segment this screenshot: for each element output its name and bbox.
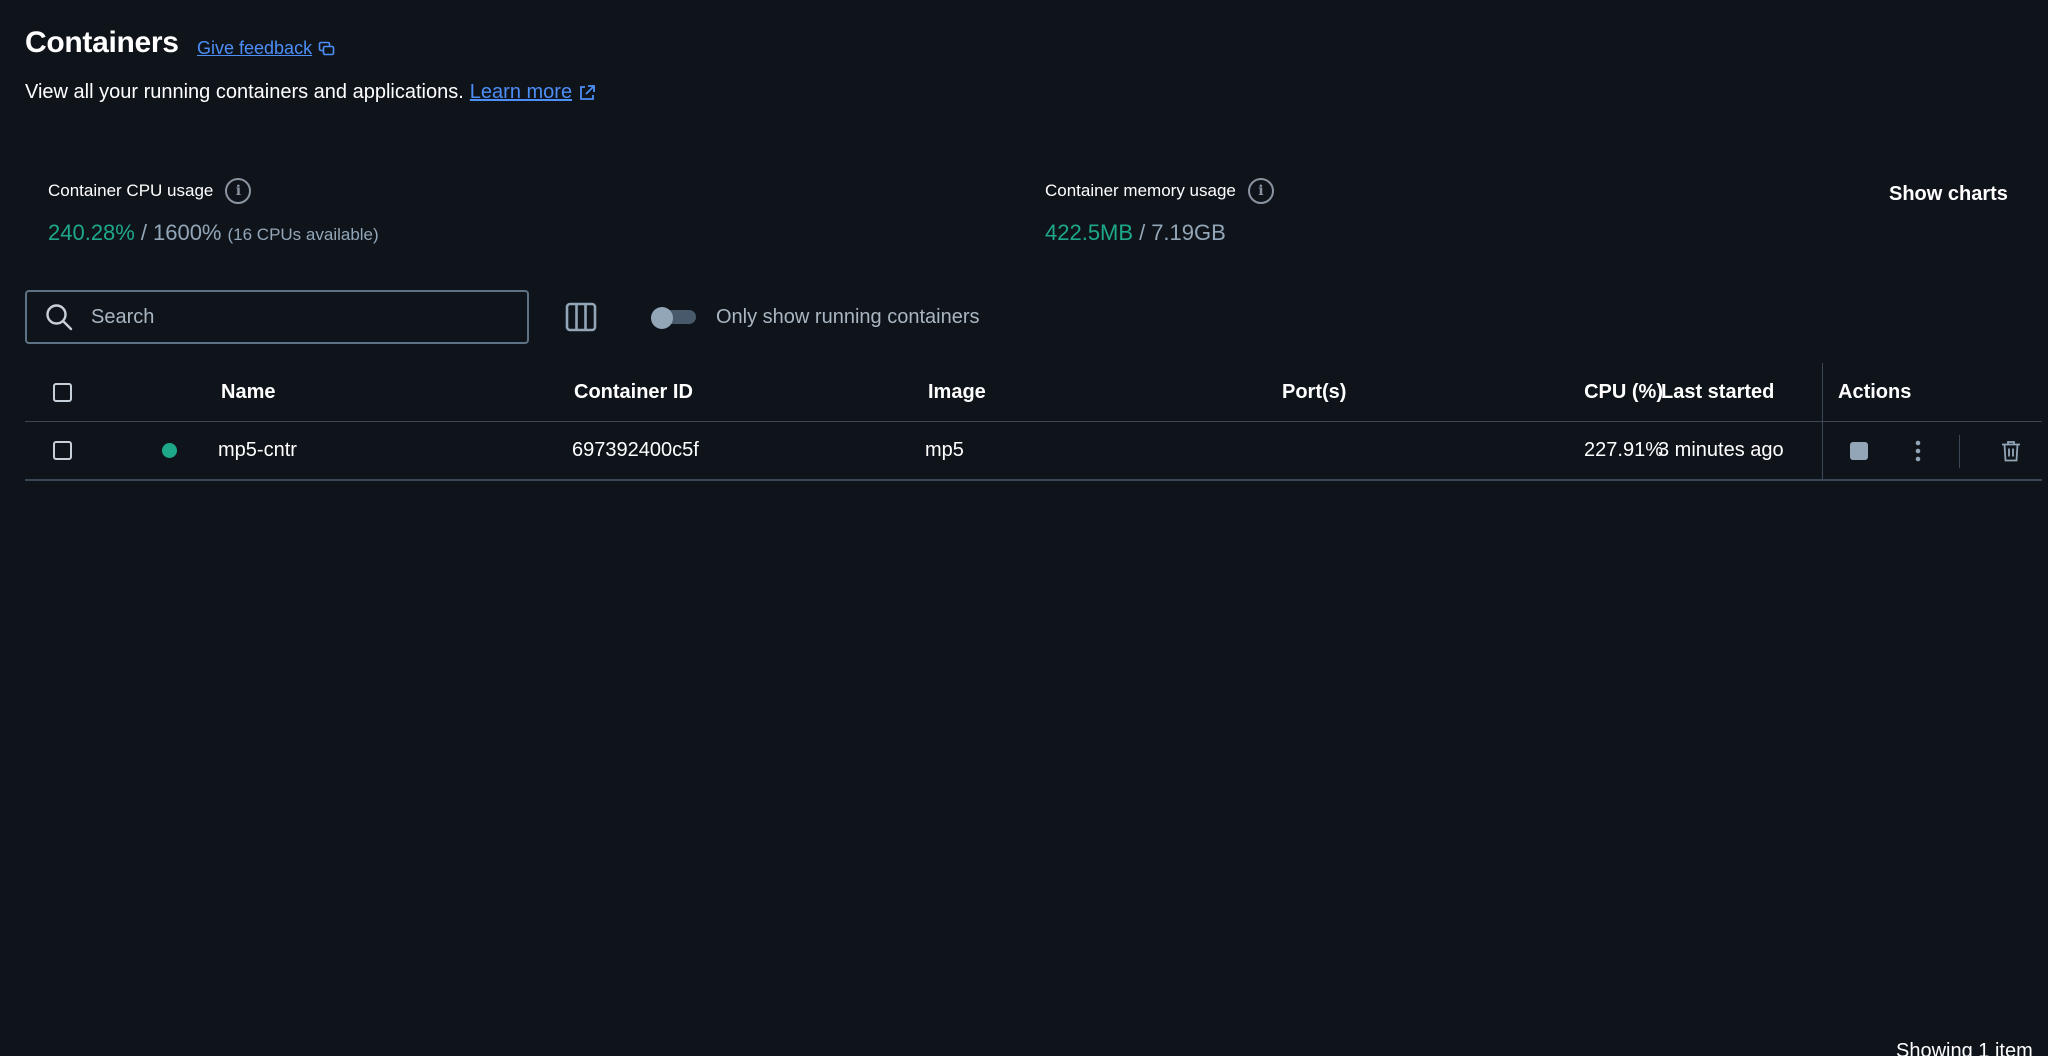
search-icon	[46, 304, 73, 331]
feedback-icon	[318, 41, 335, 56]
container-image[interactable]: mp5	[925, 422, 964, 479]
table-row[interactable]: mp5-cntr 697392400c5f mp5 227.91% 3 minu…	[25, 422, 2042, 481]
row-select-cell	[53, 422, 72, 479]
give-feedback-link[interactable]: Give feedback	[197, 38, 335, 59]
container-cpu: 227.91%	[1584, 439, 1663, 461]
col-container-id-header[interactable]: Container ID	[574, 363, 693, 421]
stop-button[interactable]	[1843, 422, 1875, 479]
containers-table: Name Container ID Image Port(s) CPU (%) …	[25, 363, 2042, 481]
subtitle-text: View all your running containers and app…	[25, 81, 464, 103]
col-ports-header[interactable]: Port(s)	[1282, 363, 1346, 421]
container-last-started: 3 minutes ago	[1658, 439, 1784, 461]
col-image-header[interactable]: Image	[928, 363, 986, 421]
cpu-usage-label: Container CPU usage	[48, 181, 214, 200]
cpu-usage-value: 240.28% / 1600% (16 CPUs available)	[48, 220, 379, 246]
cpu-separator: /	[140, 220, 147, 245]
row-checkbox[interactable]	[53, 441, 72, 460]
learn-more-label: Learn more	[469, 81, 573, 103]
memory-used: 422.5MB	[1045, 220, 1134, 245]
select-all-checkbox[interactable]	[53, 382, 72, 402]
columns-icon	[565, 302, 597, 332]
col-cpu-header[interactable]: CPU (%)	[1555, 363, 1663, 421]
search-input[interactable]	[91, 305, 491, 329]
memory-usage-label-row: Container memory usage i	[1045, 178, 1274, 204]
trash-icon	[2002, 440, 2020, 461]
container-id: 697392400c5f	[572, 439, 699, 461]
col-name-header[interactable]: Name	[221, 363, 275, 421]
cpu-usage-label-row: Container CPU usage i	[48, 178, 252, 204]
columns-button[interactable]	[565, 302, 597, 332]
containers-page: Containers Give feedback View all your r…	[0, 0, 2048, 1056]
memory-usage-value: 422.5MB / 7.19GB	[1045, 220, 1226, 246]
running-only-toggle[interactable]	[651, 307, 696, 329]
search-box[interactable]	[25, 290, 529, 344]
more-vertical-icon	[1915, 440, 1921, 461]
status-cell	[162, 422, 177, 479]
item-count: Showing 1 item	[1896, 1040, 2033, 1056]
cpu-used: 240.28%	[48, 220, 135, 245]
page-subtitle: View all your running containers and app…	[25, 81, 596, 104]
more-actions-button[interactable]	[1902, 422, 1934, 479]
cpu-total: 1600%	[152, 220, 222, 245]
show-charts-button[interactable]: Show charts	[1889, 183, 2008, 206]
external-link-icon	[580, 84, 595, 100]
toggle-knob	[651, 307, 673, 329]
page-title: Containers	[25, 26, 179, 59]
container-name[interactable]: mp5-cntr	[218, 422, 297, 479]
memory-total: 7.19GB	[1151, 220, 1226, 245]
col-last-started-header[interactable]: Last started	[1661, 363, 1774, 421]
running-only-label: Only show running containers	[716, 306, 980, 328]
info-icon[interactable]: i	[225, 178, 252, 204]
status-running-indicator	[162, 443, 177, 458]
table-header: Name Container ID Image Port(s) CPU (%) …	[25, 363, 2042, 422]
stop-icon	[1850, 441, 1868, 460]
delete-button[interactable]	[1995, 422, 2027, 479]
col-actions-header: Actions	[1838, 380, 1912, 403]
memory-separator: /	[1139, 220, 1146, 245]
give-feedback-label: Give feedback	[197, 38, 313, 58]
action-separator	[1959, 435, 1960, 468]
cpu-note: (16 CPUs available)	[227, 225, 379, 244]
learn-more-link[interactable]: Learn more	[464, 81, 596, 104]
select-all-cell	[53, 363, 72, 421]
memory-usage-label: Container memory usage	[1045, 181, 1236, 200]
info-icon[interactable]: i	[1247, 178, 1274, 204]
